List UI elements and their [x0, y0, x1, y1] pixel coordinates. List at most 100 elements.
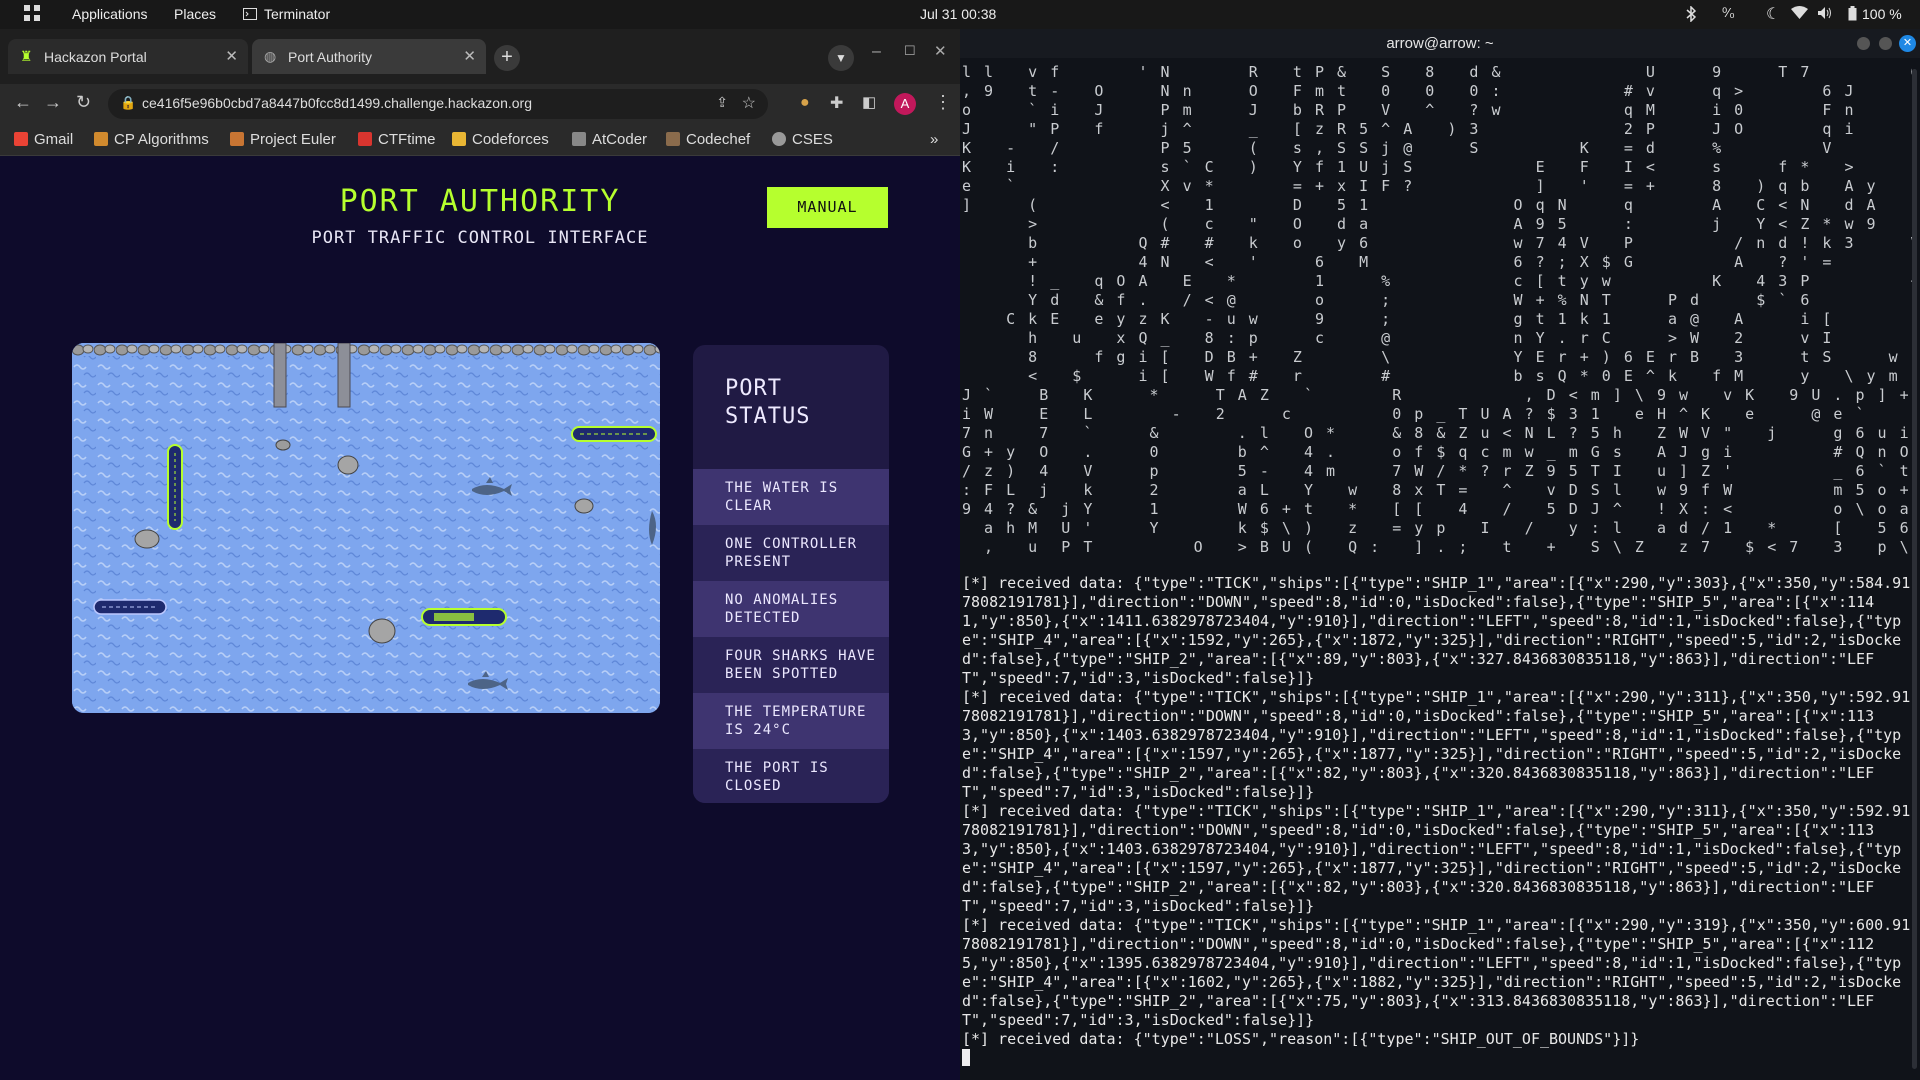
bookmark-codeforces[interactable]: Codeforces — [452, 131, 549, 148]
ctftime-icon — [358, 132, 372, 146]
bookmark-label: CSES — [792, 131, 833, 148]
prompt-line[interactable] — [962, 1049, 1912, 1068]
close-tab-icon[interactable]: ✕ — [225, 47, 238, 65]
water — [72, 343, 660, 713]
status-title-line: STATUS — [725, 404, 811, 429]
bookmark-gmail[interactable]: Gmail — [14, 131, 73, 148]
close-terminal-icon[interactable]: ✕ — [1899, 35, 1916, 52]
clock[interactable]: Jul 31 00:38 — [920, 6, 996, 22]
matrix-rain-output: l l v f ' N R t P & S 8 d & U 9 T 7 G 1 … — [962, 63, 1912, 585]
reload-icon[interactable]: ↻ — [76, 92, 91, 113]
game-canvas[interactable] — [72, 343, 660, 713]
toolbar: ← → ↻ 🔒 ce416f5e96b0cbd7a8447b0fcc8d1499… — [0, 84, 960, 124]
bookmark-ctftime[interactable]: CTFtime — [358, 131, 436, 148]
status-item: NO ANOMALIES DETECTED — [693, 581, 889, 637]
terminal-titlebar[interactable]: arrow@arrow: ~ ✕ — [960, 29, 1920, 58]
lock-icon[interactable]: 🔒 — [120, 95, 136, 111]
rock-icon — [134, 529, 160, 549]
close-tab-icon[interactable]: ✕ — [463, 47, 476, 65]
gmail-icon — [14, 132, 28, 146]
port-authority-page: PORT AUTHORITY PORT TRAFFIC CONTROL INTE… — [0, 156, 960, 1080]
bookmark-label: AtCoder — [592, 131, 648, 148]
network-speed-icon[interactable]: ⁰⁄₀ — [1722, 5, 1735, 21]
ship-icon[interactable] — [571, 426, 657, 442]
terminal-window[interactable]: arrow@arrow: ~ ✕ l l v f ' N R t P & S 8… — [960, 29, 1920, 1080]
terminal-scrollbar[interactable] — [1912, 69, 1917, 1069]
terminal-log[interactable]: [*] received data: {"type":"TICK","ships… — [962, 574, 1912, 1074]
page-title: PORT AUTHORITY — [339, 184, 621, 219]
bookmark-star-icon[interactable]: ☆ — [742, 93, 756, 113]
manual-button[interactable]: MANUAL — [767, 187, 888, 228]
system-top-bar: Applications Places Terminator Jul 31 00… — [0, 0, 1920, 29]
bluetooth-icon[interactable] — [1686, 5, 1697, 25]
tab-label: Port Authority — [288, 49, 373, 65]
bookmark-atcoder[interactable]: AtCoder — [572, 131, 647, 148]
side-panel-icon[interactable]: ◧ — [862, 93, 876, 111]
bookmark-label: Gmail — [34, 131, 74, 148]
matrix-line: 7 n 7 ` & . l O * & 8 & Z u < N L ? 5 h … — [962, 424, 1912, 442]
extensions-puzzle-icon[interactable]: ✚ — [830, 93, 843, 113]
matrix-line: 8 f g i [ D B + Z \ Y E r + ) 6 E r B 3 … — [1028, 348, 1912, 366]
share-icon[interactable]: ⇪ — [716, 94, 728, 111]
status-item: THE WATER IS CLEAR — [693, 469, 889, 525]
kebab-menu-icon[interactable]: ⋮ — [934, 92, 952, 113]
ship-icon[interactable] — [93, 599, 167, 615]
matrix-line: < $ i [ W f # r # b s Q * 0 E ^ k f M y … — [1028, 367, 1900, 385]
log-line: [*] received data: {"type":"TICK","ships… — [962, 916, 1911, 1029]
bookmark-cses[interactable]: CSES — [772, 131, 833, 148]
bookmark-project-euler[interactable]: Project Euler — [230, 131, 336, 148]
url-text[interactable]: ce416f5e96b0cbd7a8447b0fcc8d1499.challen… — [142, 95, 532, 111]
tab-search-chevron-icon[interactable]: ▼ — [828, 45, 854, 71]
pier-left — [273, 343, 287, 408]
rock-icon — [275, 439, 291, 451]
ship-icon[interactable] — [421, 608, 507, 626]
night-light-icon[interactable]: ☾ — [1766, 4, 1780, 24]
ship-icon[interactable] — [167, 444, 183, 530]
wifi-icon[interactable] — [1791, 6, 1808, 23]
extension-cookie-icon[interactable]: ● — [800, 94, 810, 112]
battery-icon[interactable] — [1848, 6, 1857, 24]
bookmark-label: Codeforces — [472, 131, 549, 148]
back-arrow-icon[interactable]: ← — [14, 92, 32, 113]
atcoder-icon — [572, 132, 586, 146]
status-item: THE PORT IS CLOSED — [693, 749, 889, 803]
terminal-title: arrow@arrow: ~ — [1386, 35, 1494, 52]
status-title-line: PORT — [725, 376, 782, 401]
places-menu[interactable]: Places — [174, 6, 216, 22]
bookmark-cp-algorithms[interactable]: CP Algorithms — [94, 131, 209, 148]
cp-algorithms-icon — [94, 132, 108, 146]
close-window-icon[interactable]: ✕ — [934, 42, 947, 60]
maximize-icon[interactable]: ☐ — [904, 43, 916, 59]
status-item: THE TEMPERATURE IS 24°C — [693, 693, 889, 749]
harbor-scene[interactable] — [72, 343, 660, 713]
profile-avatar[interactable]: A — [894, 93, 916, 115]
minimize-dot-icon[interactable] — [1857, 37, 1870, 50]
address-bar[interactable]: 🔒 ce416f5e96b0cbd7a8447b0fcc8d1499.chall… — [108, 89, 768, 119]
minimize-icon[interactable]: – — [872, 43, 881, 61]
log-line: [*] received data: {"type":"TICK","ships… — [962, 802, 1911, 915]
bookmark-label: Codechef — [686, 131, 751, 148]
maximize-dot-icon[interactable] — [1879, 37, 1892, 50]
matrix-line: + 4 N < ' 6 M 6 ? ; X $ G A ? ' = i @ g … — [1028, 253, 1834, 271]
more-bookmarks-chevron-icon[interactable]: » — [930, 131, 938, 148]
bookmark-label: CP Algorithms — [114, 131, 209, 148]
new-tab-button[interactable]: + — [494, 45, 520, 71]
active-app-name[interactable]: Terminator — [264, 6, 330, 22]
matrix-line: G + y O . 0 b ^ 4 . o f $ q c m w _ m G … — [962, 443, 1912, 461]
matrix-line: o ` i J P m J b R P V ^ ? w q M i 0 F n … — [962, 101, 1856, 119]
battery-percent[interactable]: 100 % — [1862, 6, 1902, 22]
rock-icon — [368, 618, 396, 644]
volume-icon[interactable] — [1817, 6, 1833, 23]
bookmark-label: CTFtime — [378, 131, 436, 148]
applications-menu[interactable]: Applications — [72, 6, 148, 22]
tab-port-authority[interactable]: ◍ Port Authority ✕ — [252, 39, 486, 74]
forward-arrow-icon[interactable]: → — [44, 92, 62, 113]
tab-strip: ♜ Hackazon Portal ✕ ◍ Port Authority ✕ +… — [0, 29, 960, 84]
terminal-cursor[interactable] — [962, 1049, 970, 1066]
matrix-line: a h M U ' Y k $ \ ) z = y p I / y : l a … — [962, 519, 1912, 537]
bookmark-codechef[interactable]: Codechef — [666, 131, 750, 148]
matrix-line: e ` X v * = + x I F ? ] ' = + 8 ) q b A … — [962, 177, 1878, 195]
matrix-line: C k E e y z K - u w 9 ; g t 1 k 1 a @ A … — [1006, 310, 1834, 328]
tab-hackazon-portal[interactable]: ♜ Hackazon Portal ✕ — [8, 39, 248, 74]
app-grid-icon[interactable] — [24, 5, 40, 24]
